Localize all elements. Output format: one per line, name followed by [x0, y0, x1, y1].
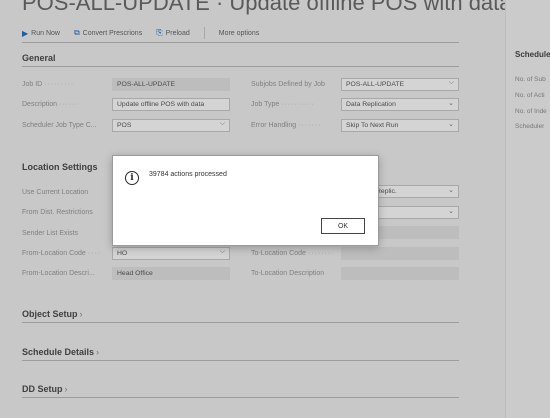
chevron-down-icon: ⌵ [219, 120, 225, 127]
from-location-description-field[interactable]: Head Office [112, 267, 230, 280]
schedule-details-section[interactable]: Schedule Details › [22, 347, 99, 357]
job-id-label: Job ID ········· [22, 81, 75, 88]
from-dist-restrictions-label: From Dist. Restrictions [22, 209, 93, 216]
from-location-code-label: From-Location Code ···· [22, 250, 102, 257]
info-icon: i [125, 171, 139, 185]
from-location-code-select[interactable]: HO ⌵ [112, 247, 230, 260]
description-field[interactable]: Update offline POS with data [112, 98, 230, 111]
chevron-right-icon: › [64, 384, 68, 394]
dd-setup-divider [22, 397, 459, 398]
description-label: Description ······ [22, 101, 79, 108]
job-id-field[interactable]: POS-ALL-UPDATE [112, 78, 230, 91]
from-location-description-label: From-Location Descri... [22, 270, 95, 277]
general-section-title[interactable]: General [22, 53, 56, 63]
sender-list-exists-label: Sender List Exists [22, 230, 79, 237]
chevron-right-icon: › [79, 309, 83, 319]
dialog-message: 39784 actions processed [149, 171, 227, 178]
error-handling-value: Skip To Next Run [346, 122, 399, 129]
convert-icon: ⧉ [73, 28, 80, 37]
subjobs-defined-value: POS-ALL-UPDATE [346, 81, 405, 88]
run-now-label: Run Now [31, 29, 60, 37]
more-options-label: More options [218, 29, 260, 37]
run-now-button[interactable]: ▶ Run Now [22, 29, 60, 38]
ok-button[interactable]: OK [321, 218, 365, 234]
play-icon: ▶ [22, 28, 29, 38]
scheduler-job-type-select[interactable]: POS ⌵ [112, 119, 230, 132]
factbox-label: No. of Sub [515, 76, 546, 83]
object-setup-section[interactable]: Object Setup › [22, 309, 83, 319]
action-toolbar: ▶ Run Now ⧉ Convert Prescrions ⎘ Preload… [22, 26, 273, 40]
schedule-details-divider [22, 360, 459, 361]
page-title: POS-ALL-UPDATE · Update offline POS with… [22, 0, 512, 15]
toolbar-divider [203, 27, 205, 39]
message-dialog: i 39784 actions processed OK [112, 155, 379, 246]
error-handling-label: Error Handling ······· [251, 122, 322, 129]
factbox-pane: Schedule No. of Sub No. of Acti No. of I… [505, 0, 550, 418]
chevron-down-icon: ⌄ [448, 121, 454, 128]
job-type-label: Job Type ·········· [251, 101, 315, 108]
to-location-description-field[interactable] [341, 267, 459, 280]
factbox-title: Schedule [515, 50, 550, 59]
scheduler-job-type-label: Scheduler Job Type C... [22, 122, 97, 129]
toolbar-divider-line [22, 42, 459, 43]
scheduler-job-type-value: POS [117, 122, 132, 129]
subjobs-defined-select[interactable]: POS-ALL-UPDATE ⌵ [341, 78, 459, 91]
object-setup-divider [22, 322, 459, 323]
chevron-down-icon: ⌄ [448, 208, 454, 215]
error-handling-select[interactable]: Skip To Next Run ⌄ [341, 119, 459, 132]
preload-icon: ⎘ [156, 28, 163, 37]
chevron-right-icon: › [96, 347, 100, 357]
preload-label: Preload [165, 29, 190, 37]
to-location-description-label: To-Location Description [251, 270, 325, 277]
factbox-label: No. of Inde [515, 108, 547, 115]
use-current-location-label: Use Current Location [22, 189, 89, 196]
chevron-down-icon: ⌄ [448, 187, 454, 194]
chevron-down-icon: ⌵ [219, 248, 225, 255]
job-type-select[interactable]: Data Replication ⌄ [341, 98, 459, 111]
more-options-button[interactable]: More options [219, 30, 259, 37]
factbox-label: No. of Acti [515, 92, 545, 99]
location-settings-title[interactable]: Location Settings [22, 162, 98, 172]
factbox-label: Scheduler [515, 123, 545, 130]
to-location-code-field[interactable] [341, 247, 459, 260]
subjobs-defined-label: Subjobs Defined by Job [251, 81, 325, 88]
general-divider [22, 66, 459, 67]
from-location-code-value: HO [117, 250, 128, 257]
convert-prescriptions-button[interactable]: ⧉ Convert Prescrions [74, 28, 142, 38]
preload-button[interactable]: ⎘ Preload [156, 28, 190, 38]
job-type-value: Data Replication [346, 101, 396, 108]
convert-prescriptions-label: Convert Prescrions [82, 29, 143, 37]
replication-type-value: Replic. [376, 188, 397, 195]
chevron-down-icon: ⌄ [448, 100, 454, 107]
dd-setup-section[interactable]: DD Setup › [22, 384, 68, 394]
chevron-down-icon: ⌵ [448, 79, 454, 86]
to-location-code-label: To-Location Code ········ [251, 250, 335, 257]
